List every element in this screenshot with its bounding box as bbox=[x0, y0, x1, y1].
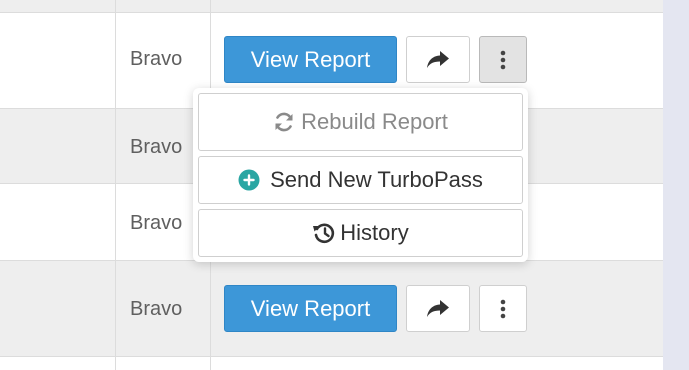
history-label: History bbox=[340, 220, 409, 245]
more-actions-button[interactable] bbox=[479, 285, 527, 332]
row-name: Bravo bbox=[130, 48, 183, 70]
more-actions-button[interactable] bbox=[479, 36, 527, 83]
column-divider bbox=[210, 0, 211, 12]
column-divider bbox=[210, 261, 211, 356]
rebuild-report-label: Rebuild Report bbox=[301, 109, 448, 134]
send-turbopass-label: Send New TurboPass bbox=[270, 167, 483, 192]
share-button[interactable] bbox=[406, 36, 470, 83]
table-row bbox=[0, 357, 663, 370]
share-arrow-icon bbox=[426, 50, 450, 70]
refresh-icon bbox=[273, 111, 295, 133]
share-button[interactable] bbox=[406, 285, 470, 332]
scroll-rail bbox=[663, 0, 689, 370]
view-report-button[interactable]: View Report bbox=[224, 36, 397, 83]
menu-item-rebuild-report[interactable]: Rebuild Report bbox=[198, 93, 523, 151]
table-row bbox=[0, 0, 663, 13]
reports-table: Bravo View Report Bravo Bravo Bravo View… bbox=[0, 0, 663, 370]
share-arrow-icon bbox=[426, 299, 450, 319]
row-name: Bravo bbox=[130, 212, 183, 234]
row-name: Bravo bbox=[130, 298, 183, 320]
vertical-ellipsis-icon bbox=[500, 299, 506, 319]
column-divider bbox=[115, 0, 116, 12]
column-divider bbox=[115, 109, 116, 183]
vertical-ellipsis-icon bbox=[500, 50, 506, 70]
menu-item-history[interactable]: History bbox=[198, 209, 523, 257]
menu-item-send-turbopass[interactable]: Send New TurboPass bbox=[198, 156, 523, 204]
plus-circle-icon bbox=[238, 169, 260, 191]
column-divider bbox=[210, 357, 211, 370]
table-row: Bravo View Report bbox=[0, 261, 663, 357]
column-divider bbox=[115, 13, 116, 108]
column-divider bbox=[115, 184, 116, 260]
row-name: Bravo bbox=[130, 136, 183, 158]
column-divider bbox=[115, 357, 116, 370]
column-divider bbox=[115, 261, 116, 356]
view-report-button[interactable]: View Report bbox=[224, 285, 397, 332]
history-icon bbox=[312, 222, 336, 244]
actions-dropdown-menu: Rebuild Report Send New TurboPass Histor… bbox=[193, 88, 528, 262]
